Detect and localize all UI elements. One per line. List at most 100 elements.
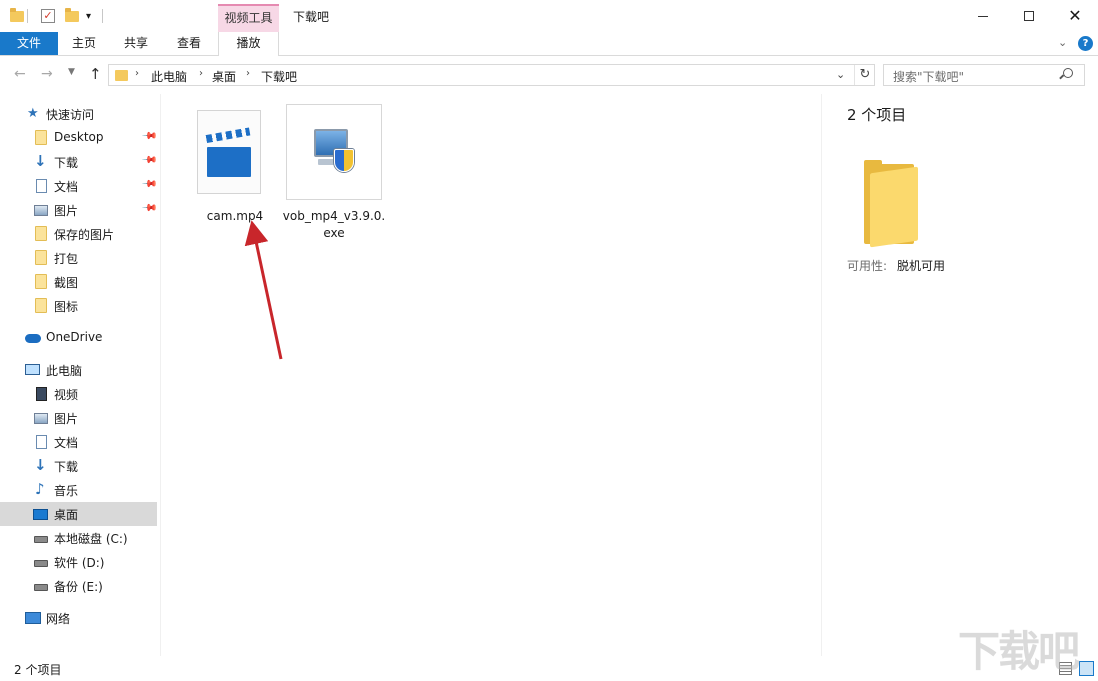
breadcrumb-separator-icon[interactable]: › bbox=[199, 68, 203, 79]
forward-arrow-icon[interactable]: → bbox=[41, 66, 53, 82]
properties-check-icon[interactable]: ✓ bbox=[41, 6, 55, 26]
sidebar-item-drive-e[interactable]: 备份 (E:) bbox=[0, 574, 157, 598]
picture-icon bbox=[34, 413, 48, 424]
address-row: ← → ▼ ↑ › 此电脑 › 桌面 › 下载吧 ⌄ ↻ 搜索"下载吧" bbox=[0, 56, 1098, 94]
minimize-icon bbox=[978, 15, 988, 17]
tab-share[interactable]: 共享 bbox=[110, 32, 162, 55]
cloud-icon bbox=[25, 334, 41, 343]
sidebar-item-label: 本地磁盘 (C:) bbox=[54, 532, 128, 546]
sidebar-item-desktop-pinned[interactable]: Desktop 📌 bbox=[0, 126, 158, 150]
sidebar-item-music[interactable]: ♪ 音乐 bbox=[0, 478, 157, 502]
folder-icon bbox=[35, 274, 47, 289]
network-icon bbox=[25, 612, 41, 624]
context-tab-group-label: 视频工具 bbox=[218, 4, 279, 32]
file-name: cam.mp4 bbox=[206, 209, 264, 223]
document-icon bbox=[36, 435, 47, 449]
star-icon: ★ bbox=[27, 106, 39, 121]
sidebar-item-label: 图片 bbox=[54, 204, 79, 218]
folder-icon bbox=[35, 130, 47, 145]
sidebar-item-label: Desktop bbox=[54, 130, 104, 144]
pin-icon: 📌 bbox=[140, 128, 158, 145]
breadcrumb-this-pc[interactable]: 此电脑 bbox=[151, 68, 187, 85]
breadcrumb-separator-icon[interactable]: › bbox=[135, 68, 139, 79]
sidebar-item-documents[interactable]: 文档 bbox=[0, 430, 157, 454]
close-icon: ✕ bbox=[1068, 6, 1082, 25]
sidebar-item-drive-d[interactable]: 软件 (D:) bbox=[0, 550, 157, 574]
minimize-button[interactable] bbox=[960, 0, 1006, 32]
document-icon bbox=[36, 179, 47, 193]
pin-icon: 📌 bbox=[140, 200, 158, 217]
ribbon-tabs: 文件 主页 共享 查看 播放 ⌄ ? bbox=[0, 32, 1098, 56]
sidebar-item-saved-pictures[interactable]: 保存的图片 bbox=[0, 222, 157, 246]
sidebar-item-desktop[interactable]: 桌面 bbox=[0, 502, 157, 526]
breadcrumb-desktop[interactable]: 桌面 bbox=[212, 68, 236, 85]
breadcrumb-separator-icon[interactable]: › bbox=[246, 68, 250, 79]
expand-ribbon-chevron-icon[interactable]: ⌄ bbox=[1058, 36, 1067, 49]
sidebar-item-icons[interactable]: 图标 bbox=[0, 294, 157, 318]
pin-icon: 📌 bbox=[140, 152, 158, 169]
folder-icon bbox=[35, 250, 47, 265]
new-folder-icon[interactable] bbox=[65, 6, 79, 26]
video-icon bbox=[36, 387, 47, 401]
help-icon[interactable]: ? bbox=[1078, 36, 1093, 51]
computer-icon bbox=[25, 364, 40, 375]
tab-play[interactable]: 播放 bbox=[218, 32, 279, 56]
address-history-chevron-icon[interactable]: ⌄ bbox=[836, 68, 845, 81]
title-bar: ✓ ▾ 视频工具 下载吧 ✕ bbox=[0, 0, 1098, 32]
video-file-icon bbox=[187, 104, 283, 200]
sidebar-item-label: 备份 (E:) bbox=[54, 580, 103, 594]
folder-preview-icon bbox=[864, 160, 919, 248]
recent-locations-chevron-icon[interactable]: ▼ bbox=[68, 67, 75, 77]
pin-icon: 📌 bbox=[140, 176, 158, 193]
navigation-pane: ★ 快速访问 Desktop 📌 ↓ 下载 📌 文档 📌 图片 📌 保存的图片 … bbox=[0, 94, 160, 656]
refresh-icon[interactable]: ↻ bbox=[854, 65, 875, 85]
sidebar-item-pack[interactable]: 打包 bbox=[0, 246, 157, 270]
tab-view[interactable]: 查看 bbox=[162, 32, 216, 55]
music-icon: ♪ bbox=[35, 480, 45, 498]
sidebar-item-network[interactable]: 网络 bbox=[0, 606, 157, 630]
sidebar-item-downloads[interactable]: ↓ 下载 bbox=[0, 454, 157, 478]
quick-access-folder-icon[interactable] bbox=[10, 6, 24, 26]
up-arrow-icon[interactable]: ↑ bbox=[89, 65, 102, 83]
sidebar-item-label: 截图 bbox=[54, 276, 79, 290]
search-icon[interactable] bbox=[1063, 68, 1073, 78]
sidebar-item-onedrive[interactable]: OneDrive bbox=[0, 326, 157, 350]
sidebar-item-this-pc[interactable]: 此电脑 bbox=[0, 358, 157, 382]
file-name: vob_mp4_v3.9.0.exe bbox=[282, 209, 386, 240]
sidebar-item-label: OneDrive bbox=[46, 330, 103, 344]
breadcrumb-current-folder[interactable]: 下载吧 bbox=[261, 68, 297, 85]
sidebar-item-label: 桌面 bbox=[54, 508, 79, 522]
sidebar-item-quick-access[interactable]: ★ 快速访问 bbox=[0, 102, 157, 126]
sidebar-item-pictures-pinned[interactable]: 图片 📌 bbox=[0, 198, 158, 222]
quick-access-separator bbox=[27, 6, 28, 26]
sidebar-item-label: 视频 bbox=[54, 388, 79, 402]
tab-file[interactable]: 文件 bbox=[0, 32, 58, 55]
sidebar-item-label: 保存的图片 bbox=[54, 228, 115, 242]
sidebar-item-label: 图片 bbox=[54, 412, 79, 426]
sidebar-item-label: 网络 bbox=[46, 612, 71, 626]
sidebar-item-downloads-pinned[interactable]: ↓ 下载 📌 bbox=[0, 150, 158, 174]
sidebar-item-drive-c[interactable]: 本地磁盘 (C:) bbox=[0, 526, 157, 550]
details-item-count: 2 个项目 bbox=[847, 106, 907, 124]
maximize-button[interactable] bbox=[1006, 0, 1052, 32]
back-arrow-icon[interactable]: ← bbox=[14, 66, 26, 82]
maximize-icon bbox=[1024, 11, 1034, 21]
customize-toolbar-chevron-icon[interactable]: ▾ bbox=[86, 6, 91, 26]
sidebar-item-videos[interactable]: 视频 bbox=[0, 382, 157, 406]
close-button[interactable]: ✕ bbox=[1052, 0, 1098, 32]
sidebar-item-documents-pinned[interactable]: 文档 📌 bbox=[0, 174, 158, 198]
drive-icon bbox=[34, 560, 48, 567]
search-input[interactable]: 搜索"下载吧" bbox=[883, 64, 1085, 86]
address-bar[interactable]: › 此电脑 › 桌面 › 下载吧 ⌄ ↻ bbox=[108, 64, 875, 86]
sidebar-item-label: 下载 bbox=[54, 460, 79, 474]
sidebar-item-label: 快速访问 bbox=[46, 108, 95, 122]
sidebar-item-label: 文档 bbox=[54, 180, 79, 194]
desktop-icon bbox=[33, 509, 48, 520]
tab-home[interactable]: 主页 bbox=[58, 32, 110, 55]
sidebar-item-screenshots[interactable]: 截图 bbox=[0, 270, 157, 294]
sidebar-item-pictures[interactable]: 图片 bbox=[0, 406, 157, 430]
address-folder-icon bbox=[115, 70, 128, 81]
status-bar: 2 个项目 bbox=[0, 656, 1098, 681]
sidebar-item-label: 音乐 bbox=[54, 484, 79, 498]
availability-value: 脱机可用 bbox=[897, 259, 946, 273]
